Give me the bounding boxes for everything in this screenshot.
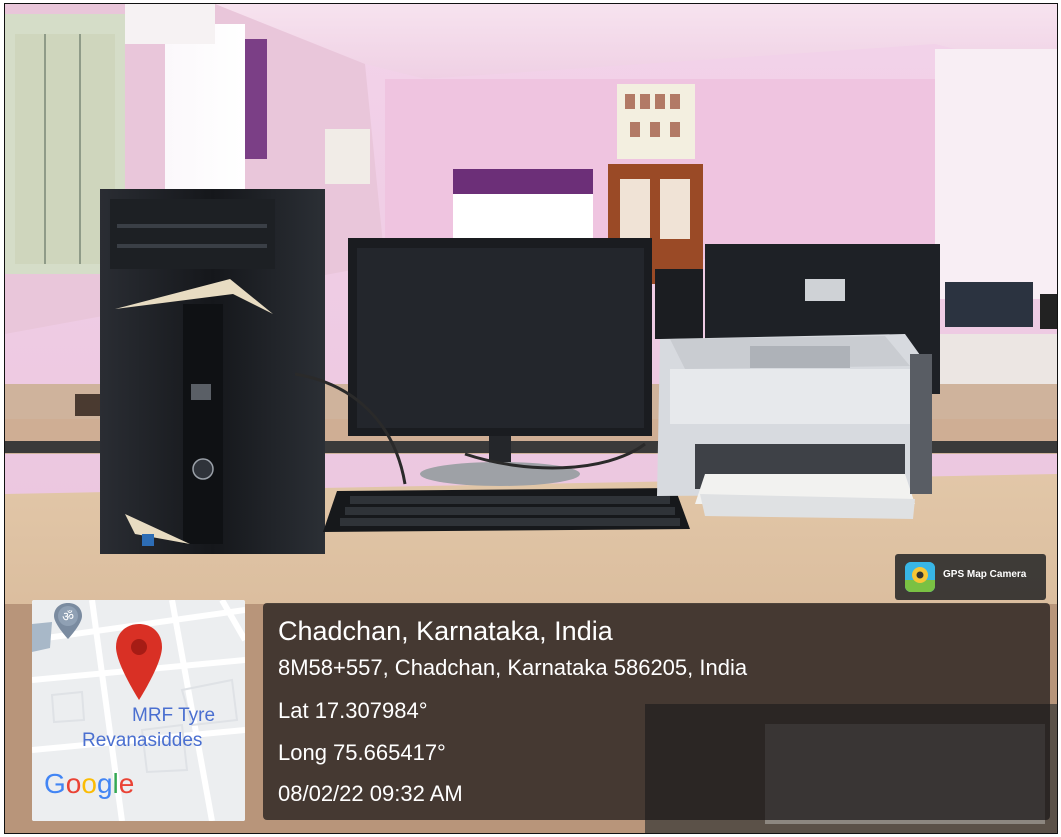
latitude: Lat 17.307984° [278,698,428,723]
datetime: 08/02/22 09:32 AM [278,781,463,806]
app-name: GPS Map Camera [943,569,1027,580]
gps-map-camera-icon [905,562,935,592]
map-label-mrf-tyre: MRF Tyre [132,705,216,726]
map-pin-icon [116,624,162,700]
longitude: Long 75.665417° [278,740,446,765]
om-temple-icon: ॐ [54,603,82,639]
photo-frame: GPS Map Camera ॐ MRF Tyre Revanasiddes G… [4,3,1058,834]
svg-text:ॐ: ॐ [62,610,74,625]
google-logo: Google [44,768,135,799]
location-info-panel: Chadchan, Karnataka, India 8M58+557, Cha… [263,603,1050,820]
map-thumbnail[interactable]: ॐ MRF Tyre Revanasiddes Google [32,600,245,821]
address: 8M58+557, Chadchan, Karnataka 586205, In… [278,655,748,680]
gps-map-camera-badge: GPS Map Camera [895,554,1046,600]
map-label-revanasiddes: Revanasiddes [82,730,203,751]
place-name: Chadchan, Karnataka, India [278,616,613,646]
